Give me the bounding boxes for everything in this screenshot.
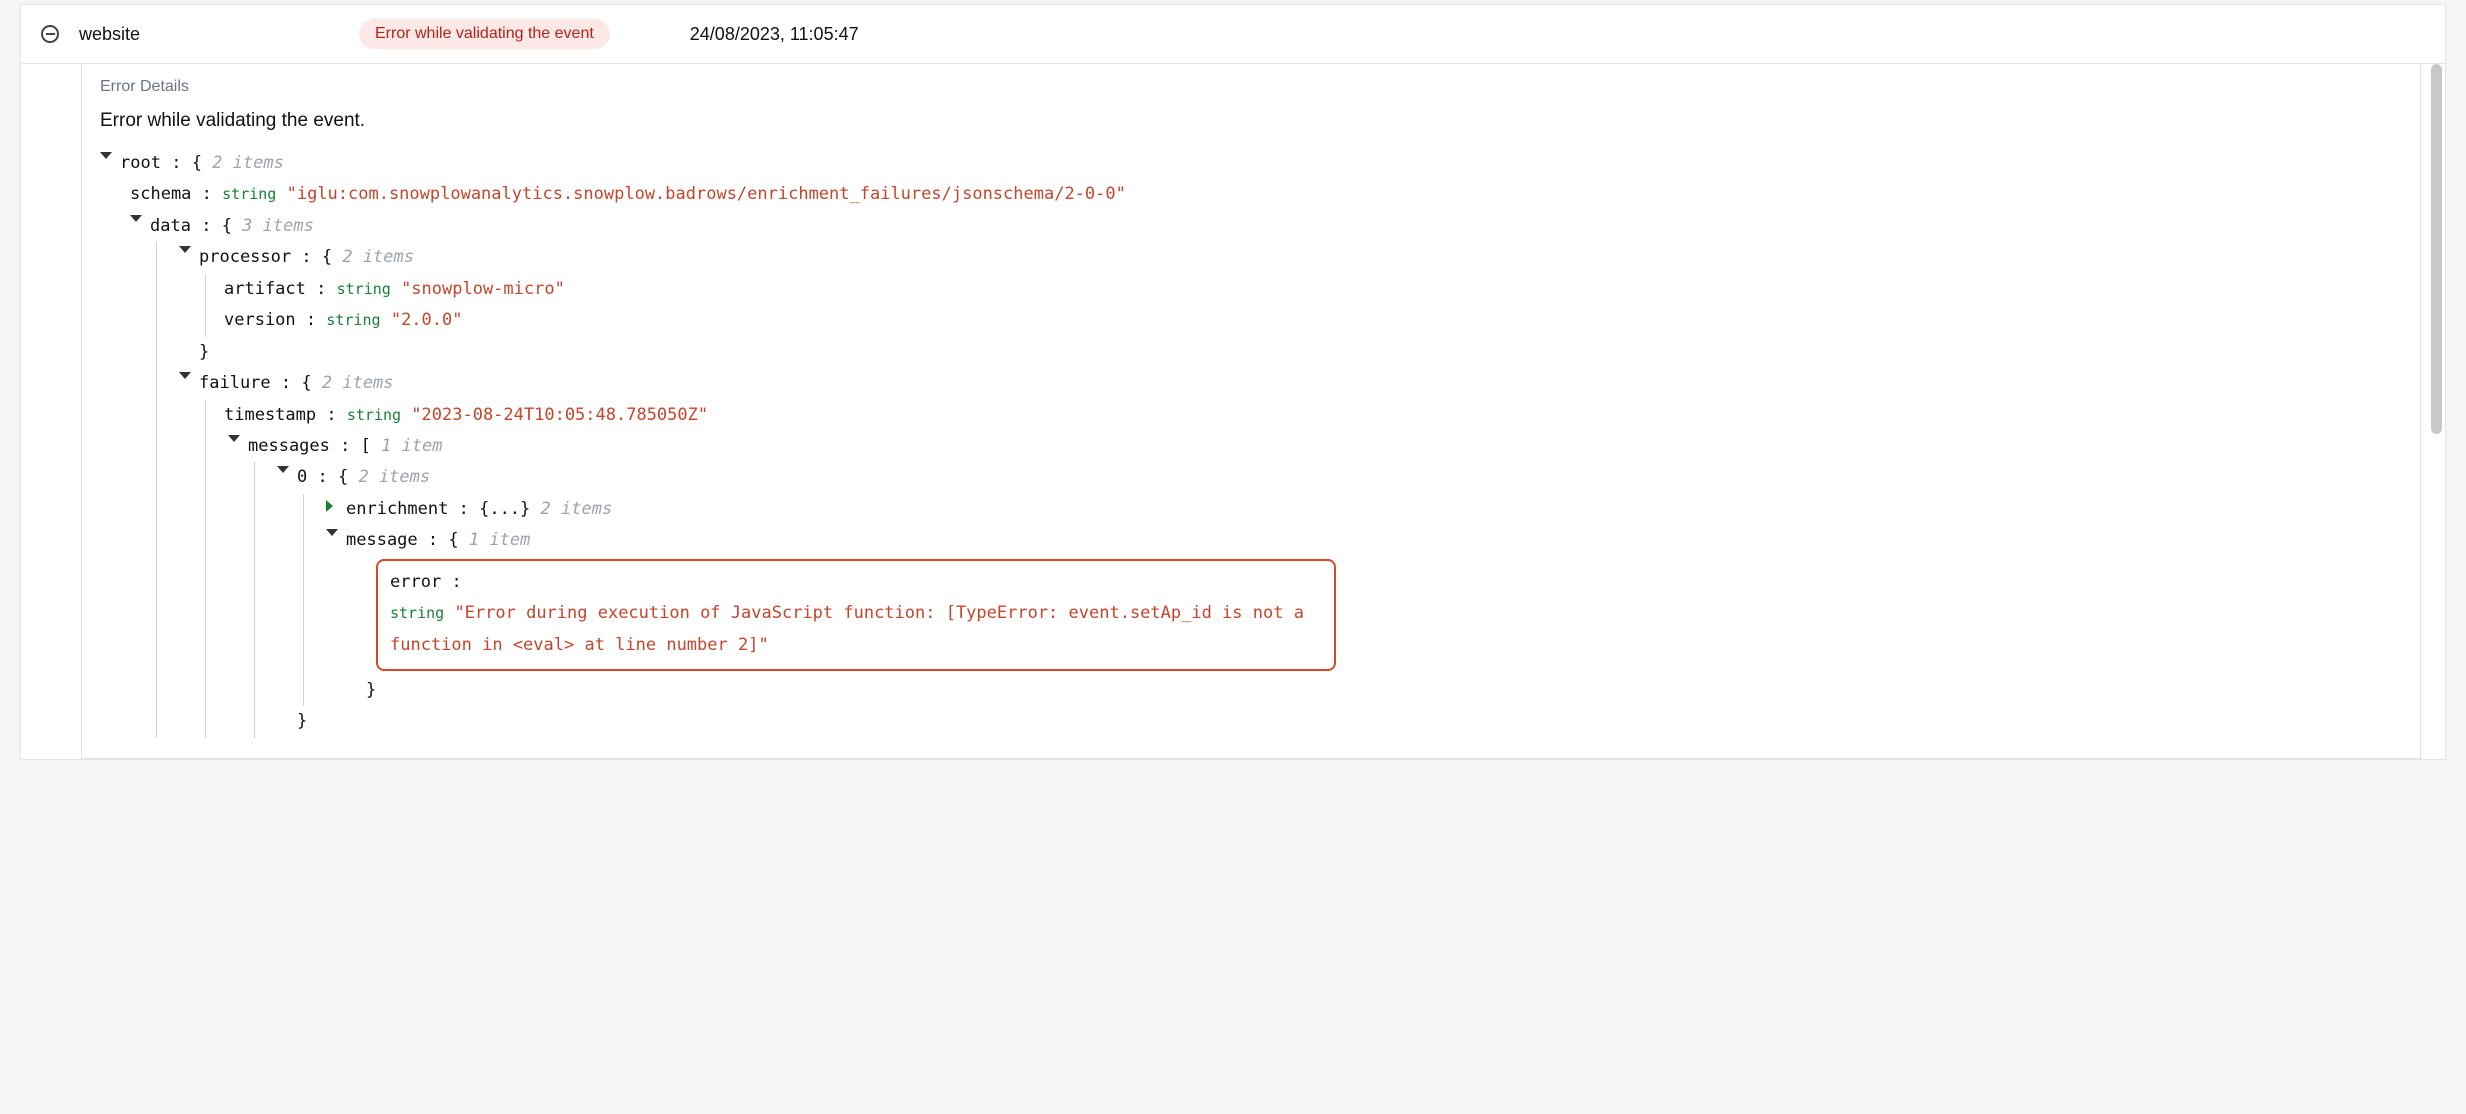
node-key: message — [346, 530, 418, 550]
event-source: website — [79, 24, 339, 45]
type-label: string — [390, 604, 444, 622]
tree-node-root[interactable]: root : { 2 items schema : string "iglu:c… — [100, 148, 2402, 738]
chevron-down-icon[interactable] — [277, 466, 289, 473]
chevron-right-icon[interactable] — [326, 500, 333, 512]
item-count: 2 items — [342, 247, 414, 267]
node-key: 0 — [297, 467, 307, 487]
tree-node-failure[interactable]: failure : { 2 items timestamp : st — [169, 368, 2402, 738]
node-key: version — [224, 310, 296, 330]
details-header: Error Details — [100, 78, 2402, 96]
close-brace: } — [199, 337, 2402, 368]
tree-node-messages[interactable]: messages : [ 1 item — [218, 431, 2402, 738]
scrollbar[interactable] — [2431, 64, 2442, 434]
item-count: 2 items — [212, 153, 284, 173]
tree-node-data[interactable]: data : { 3 items processor : { — [120, 211, 2402, 738]
item-count: 1 item — [469, 530, 530, 550]
node-key: error — [390, 572, 441, 592]
node-key: timestamp — [224, 405, 316, 425]
event-row[interactable]: website Error while validating the event… — [20, 4, 2446, 64]
node-key: failure — [199, 373, 271, 393]
chevron-down-icon[interactable] — [100, 152, 112, 159]
tree-node-timestamp[interactable]: timestamp : string "2023-08-24T10:05:48.… — [218, 400, 2402, 431]
collapsed-preview: {...} — [479, 499, 530, 519]
close-brace: } — [297, 706, 2402, 737]
node-key: artifact — [224, 279, 306, 299]
node-key: processor — [199, 247, 291, 267]
chevron-down-icon[interactable] — [326, 529, 338, 536]
type-label: string — [337, 280, 391, 298]
tree-node-version[interactable]: version : string "2.0.0" — [218, 305, 2402, 336]
details-title: Error while validating the event. — [100, 110, 2402, 132]
chevron-down-icon[interactable] — [179, 372, 191, 379]
tree-node-index-0[interactable]: 0 : { 2 items — [267, 462, 2402, 738]
close-brace: } — [346, 675, 2402, 706]
tree-node-enrichment[interactable]: enrichment : {...} 2 items — [316, 494, 2402, 525]
item-count: 2 items — [358, 467, 430, 487]
error-highlight: error : string — [376, 559, 1336, 671]
node-key: schema — [130, 184, 191, 204]
tree-node-artifact[interactable]: artifact : string "snowplow-micro" — [218, 274, 2402, 305]
node-key: enrichment — [346, 499, 448, 519]
event-timestamp: 24/08/2023, 11:05:47 — [690, 24, 859, 45]
chevron-down-icon[interactable] — [228, 435, 240, 442]
error-badge: Error while validating the event — [359, 19, 610, 49]
collapse-icon[interactable] — [41, 25, 59, 43]
chevron-down-icon[interactable] — [130, 215, 142, 222]
item-count: 2 items — [541, 499, 613, 519]
tree-node-schema[interactable]: schema : string "iglu:com.snowplowanalyt… — [120, 179, 2402, 210]
string-value: "2.0.0" — [391, 310, 463, 330]
string-value: "2023-08-24T10:05:48.785050Z" — [411, 405, 708, 425]
item-count: 2 items — [322, 373, 394, 393]
item-count: 1 item — [381, 436, 442, 456]
tree-node-message[interactable]: message : { 1 item — [316, 525, 2402, 706]
node-key: data — [150, 216, 191, 236]
node-key: messages — [248, 436, 330, 456]
type-label: string — [326, 311, 380, 329]
json-tree: root : { 2 items schema : string "iglu:c… — [100, 148, 2402, 738]
details-panel: Error Details Error while validating the… — [20, 64, 2446, 760]
string-value: "snowplow-micro" — [401, 279, 565, 299]
string-value: "iglu:com.snowplowanalytics.snowplow.bad… — [287, 184, 1126, 204]
tree-node-processor[interactable]: processor : { 2 items artifact : s — [169, 242, 2402, 368]
type-label: string — [347, 406, 401, 424]
string-value: "Error during execution of JavaScript fu… — [390, 603, 1304, 654]
chevron-down-icon[interactable] — [179, 246, 191, 253]
type-label: string — [222, 185, 276, 203]
item-count: 3 items — [242, 216, 314, 236]
